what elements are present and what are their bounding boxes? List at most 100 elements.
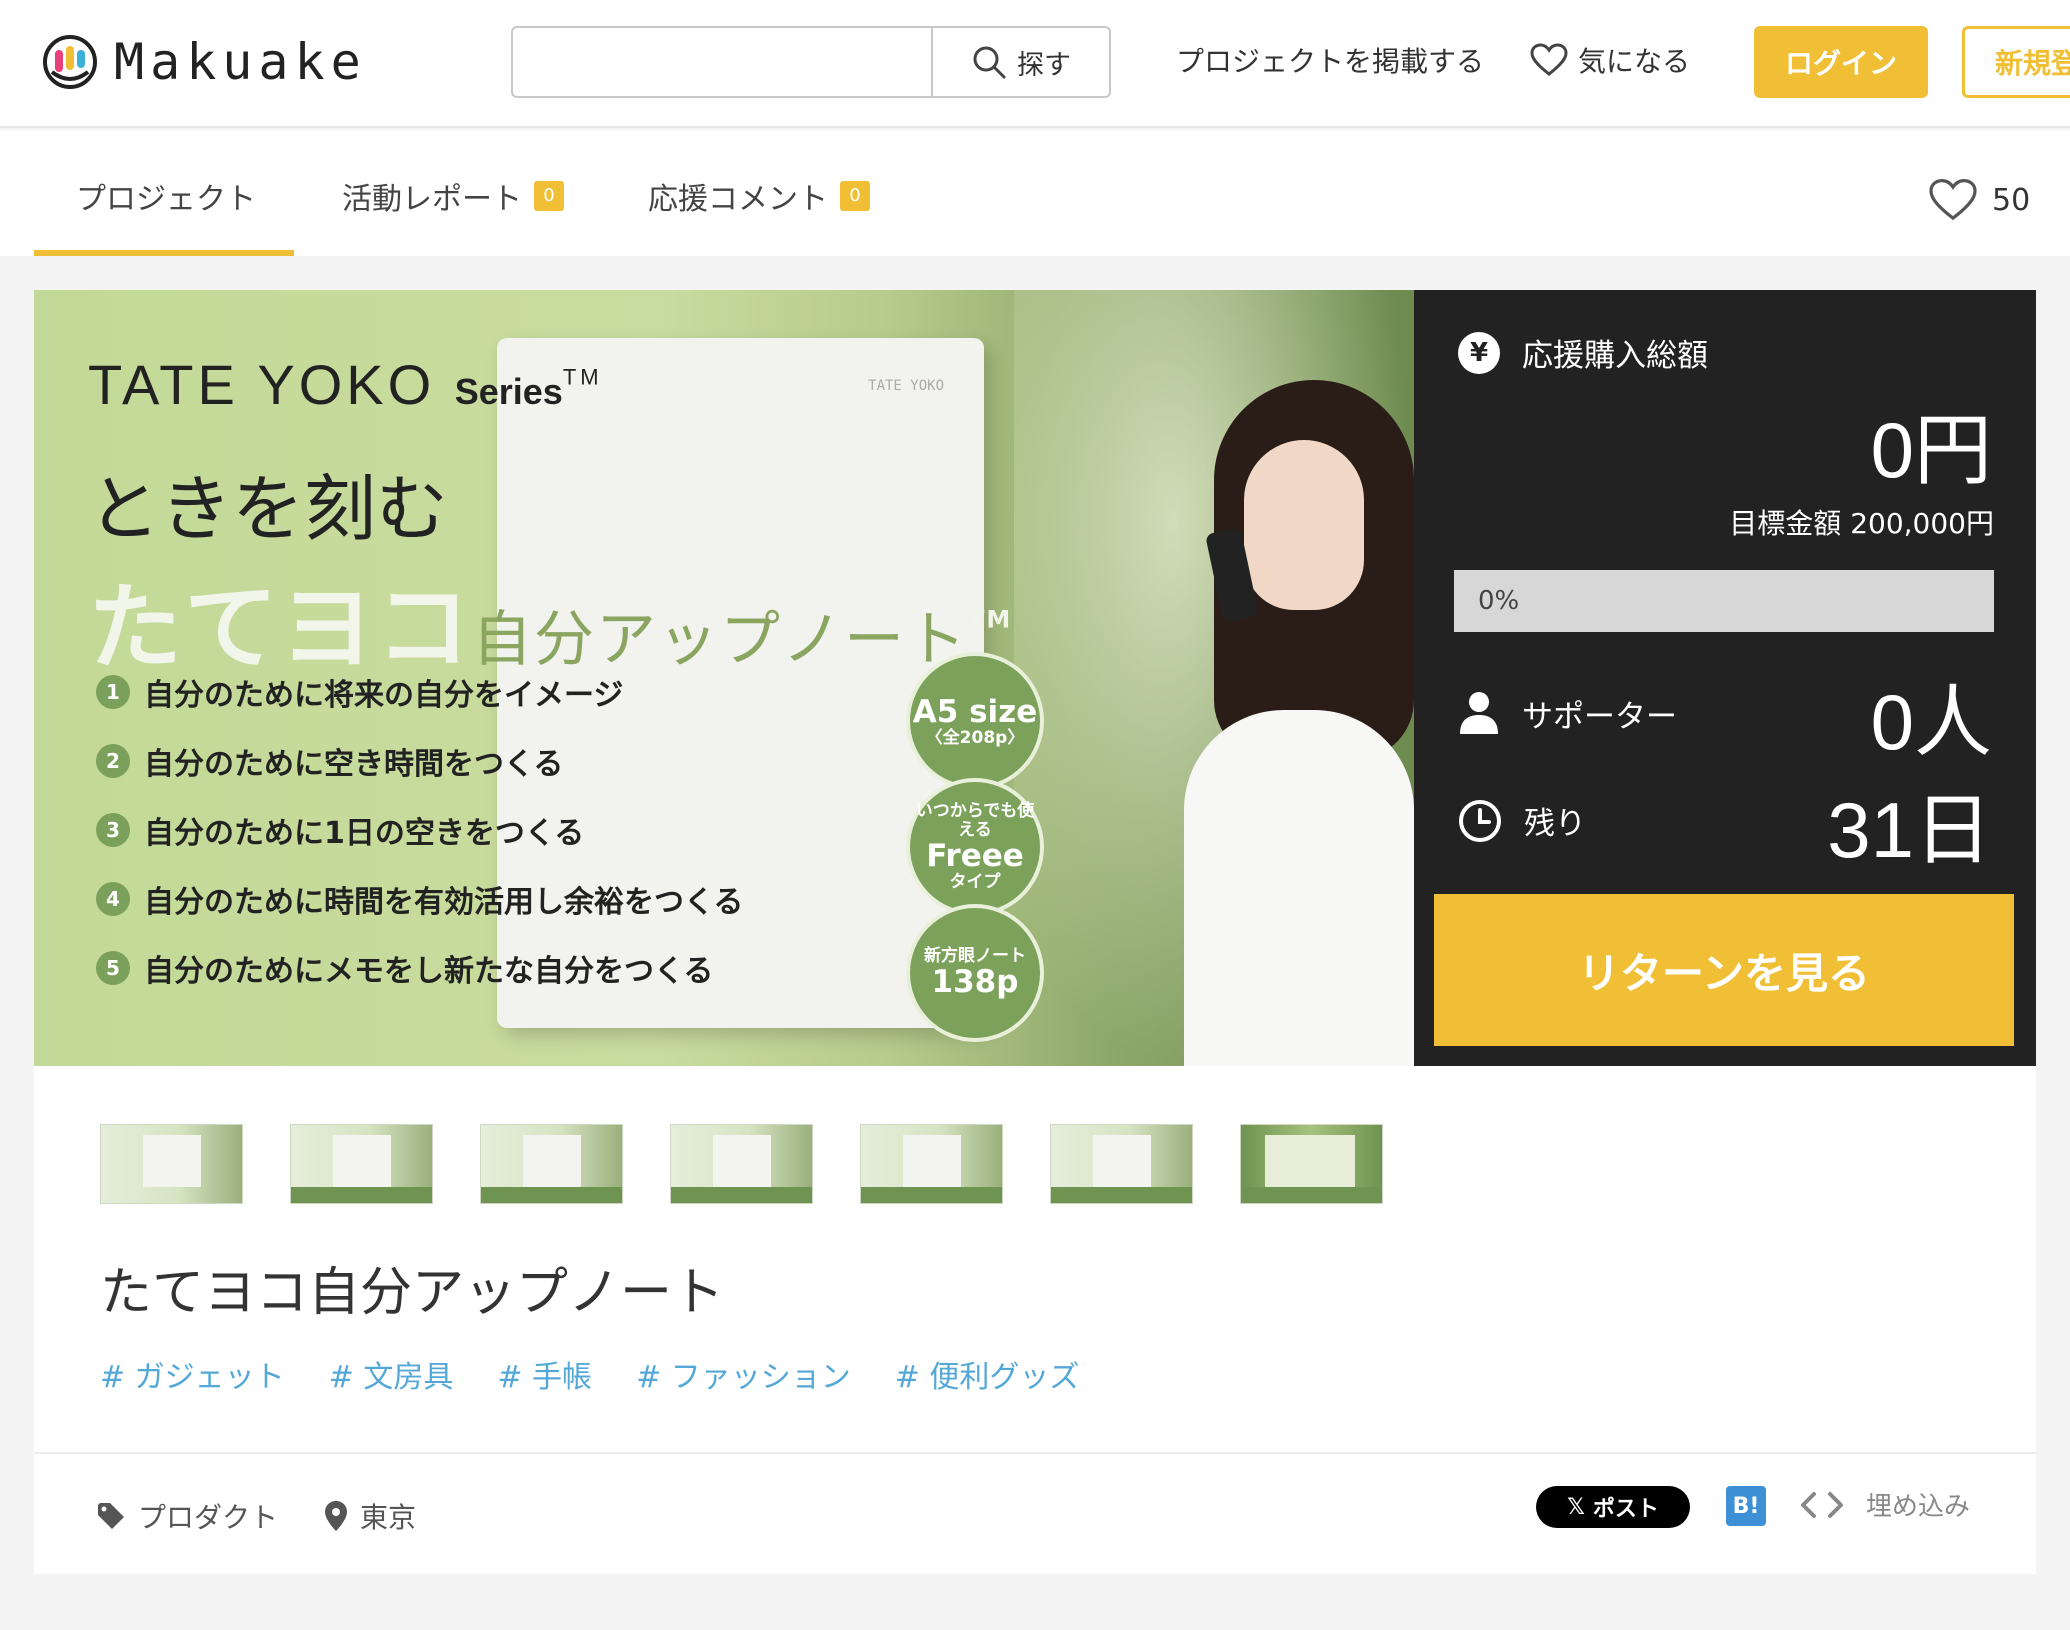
thumbnail-preview xyxy=(523,1135,581,1187)
yen-icon: ¥ xyxy=(1458,331,1500,374)
total-amount-label: ¥ 応援購入総額 xyxy=(1458,330,1708,375)
feature-text: 自分のために空き時間をつくる xyxy=(144,747,564,782)
progress-percent: 0% xyxy=(1478,586,1520,616)
bubble-main: Freee xyxy=(926,838,1024,875)
product-name-large: たてヨコ xyxy=(88,574,473,683)
feature-number: 1 xyxy=(96,675,130,709)
brand-series: Series xyxy=(454,371,563,412)
thumbnail-preview xyxy=(1265,1135,1355,1187)
remaining-value: 31日 xyxy=(1827,786,1992,874)
favorite-count: 50 xyxy=(1992,182,2031,218)
supporters-label: サポーター xyxy=(1458,690,1677,736)
gallery-thumbnail[interactable] xyxy=(290,1124,433,1204)
favorites-link[interactable]: 気になる xyxy=(1530,40,1690,80)
makuake-logo[interactable]: Makuake xyxy=(42,30,367,94)
gallery-thumbnail[interactable] xyxy=(480,1124,623,1204)
bubble-top: 新方眼ノート xyxy=(924,945,1026,966)
location-pin-icon xyxy=(325,1501,347,1531)
total-label-text: 応援購入総額 xyxy=(1522,338,1708,374)
woman-face xyxy=(1244,440,1364,610)
tab-count-badge: 0 xyxy=(534,181,564,211)
search-button[interactable]: 探す xyxy=(931,28,1109,96)
gallery-thumbnail[interactable] xyxy=(1050,1124,1193,1204)
tab-label: 応援コメント xyxy=(648,182,828,217)
tab-label: 活動レポート xyxy=(342,182,522,217)
tab-support-comments[interactable]: 応援コメント 0 xyxy=(648,174,870,218)
tab-count-badge: 0 xyxy=(840,181,870,211)
project-tabs: プロジェクト 活動レポート 0 応援コメント 0 50 xyxy=(0,130,2070,256)
tab-label: プロジェクト xyxy=(76,182,256,217)
project-title: たてヨコ自分アップノート xyxy=(100,1263,725,1323)
feature-text: 自分のために将来の自分をイメージ xyxy=(144,678,624,713)
project-card: TATE YOKO TATE YOKO SeriesTM ときを刻む たてヨコ自… xyxy=(34,290,2036,1574)
heart-icon xyxy=(1929,178,1977,221)
bubble-top: いつからでも使える xyxy=(915,800,1035,840)
search-button-label: 探す xyxy=(1017,49,1071,81)
tag-link[interactable]: # ガジェット xyxy=(100,1352,285,1396)
embed-label: 埋め込み xyxy=(1866,1492,1971,1522)
search-input[interactable] xyxy=(513,28,931,96)
feature-number: 3 xyxy=(96,813,130,847)
feature-number: 4 xyxy=(96,882,130,916)
notebook-brand: TATE YOKO xyxy=(868,378,944,394)
feature-item: 1 自分のために将来の自分をイメージ xyxy=(96,670,623,714)
feature-text: 自分のためにメモをし新たな自分をつくる xyxy=(144,954,714,989)
category-label: プロダクト xyxy=(138,1501,279,1534)
logo-text: Makuake xyxy=(114,33,367,91)
bubble-sub: 〈全208p〉 xyxy=(925,727,1025,748)
supporters-value: 0人 xyxy=(1870,678,1992,766)
bubble-main: 138p xyxy=(931,964,1019,1001)
clock-icon xyxy=(1459,799,1501,842)
tag-link[interactable]: # 文房具 xyxy=(329,1352,454,1396)
share-x-label: ポスト xyxy=(1592,1497,1659,1522)
gallery-thumbnail[interactable] xyxy=(670,1124,813,1204)
favorite-counter[interactable]: 50 xyxy=(1928,178,2030,222)
feature-item: 3 自分のために1日の空きをつくる xyxy=(96,808,584,852)
brand-logo: TATE YOKO SeriesTM xyxy=(88,352,603,417)
bubble-sub: タイプ xyxy=(949,872,1001,893)
tab-activity-report[interactable]: 活動レポート 0 xyxy=(342,174,564,218)
tag-link[interactable]: # 便利グッズ xyxy=(895,1352,1080,1396)
product-name-small: 自分アップノート xyxy=(472,605,969,675)
gallery-thumbnail[interactable] xyxy=(100,1124,243,1204)
project-location[interactable]: 東京 xyxy=(324,1496,416,1536)
funding-progress-bar: 0% xyxy=(1454,570,1994,632)
brand-tm: TM xyxy=(562,364,603,390)
login-button[interactable]: ログイン xyxy=(1754,26,1928,98)
supporters-label-text: サポーター xyxy=(1522,698,1677,735)
tag-icon xyxy=(98,1503,124,1529)
favorites-label: 気になる xyxy=(1578,45,1691,78)
gallery-thumbnail[interactable] xyxy=(1240,1124,1383,1204)
post-project-link[interactable]: プロジェクトを掲載する xyxy=(1176,40,1484,80)
share-x-button[interactable]: 𝕏 ポスト xyxy=(1536,1486,1690,1528)
funding-stats-panel: ¥ 応援購入総額 0円 目標金額 200,000円 0% サポーター 0人 残り… xyxy=(1414,290,2036,1066)
brand-main: TATE YOKO xyxy=(88,353,436,416)
tab-project[interactable]: プロジェクト xyxy=(76,174,256,218)
search-icon xyxy=(973,46,1006,79)
divider xyxy=(34,1452,2036,1454)
hero-product-name: たてヨコ自分アップノートTM xyxy=(88,552,1012,688)
total-amount-value: 0円 xyxy=(1870,406,1992,494)
feature-number: 2 xyxy=(96,744,130,778)
hatena-bookmark-button[interactable]: B! xyxy=(1726,1486,1766,1526)
signup-button[interactable]: 新規登録 xyxy=(1962,26,2070,98)
embed-button[interactable]: 埋め込み xyxy=(1800,1486,1970,1523)
makuake-logo-icon xyxy=(43,35,97,89)
feature-number: 5 xyxy=(96,951,130,985)
tag-link[interactable]: # ファッション xyxy=(636,1352,851,1396)
thumbnail-preview xyxy=(333,1135,391,1187)
active-tab-indicator xyxy=(34,250,294,256)
remaining-label-text: 残り xyxy=(1524,806,1586,842)
tag-link[interactable]: # 手帳 xyxy=(497,1352,592,1396)
feature-item: 2 自分のために空き時間をつくる xyxy=(96,739,563,783)
gallery-thumbnail[interactable] xyxy=(860,1124,1003,1204)
bubble-main: A5 size xyxy=(912,693,1038,730)
thumbnail-preview xyxy=(143,1135,201,1187)
product-tm: TM xyxy=(968,605,1013,634)
spec-bubble-size: A5 size 〈全208p〉 xyxy=(906,652,1044,790)
project-category[interactable]: プロダクト xyxy=(96,1496,278,1536)
project-tags: # ガジェット # 文房具 # 手帳 # ファッション # 便利グッズ xyxy=(100,1352,1079,1396)
feature-item: 5 自分のためにメモをし新たな自分をつくる xyxy=(96,946,713,990)
hero-tagline: ときを刻む xyxy=(88,467,449,551)
view-returns-button[interactable]: リターンを見る xyxy=(1434,894,2014,1046)
